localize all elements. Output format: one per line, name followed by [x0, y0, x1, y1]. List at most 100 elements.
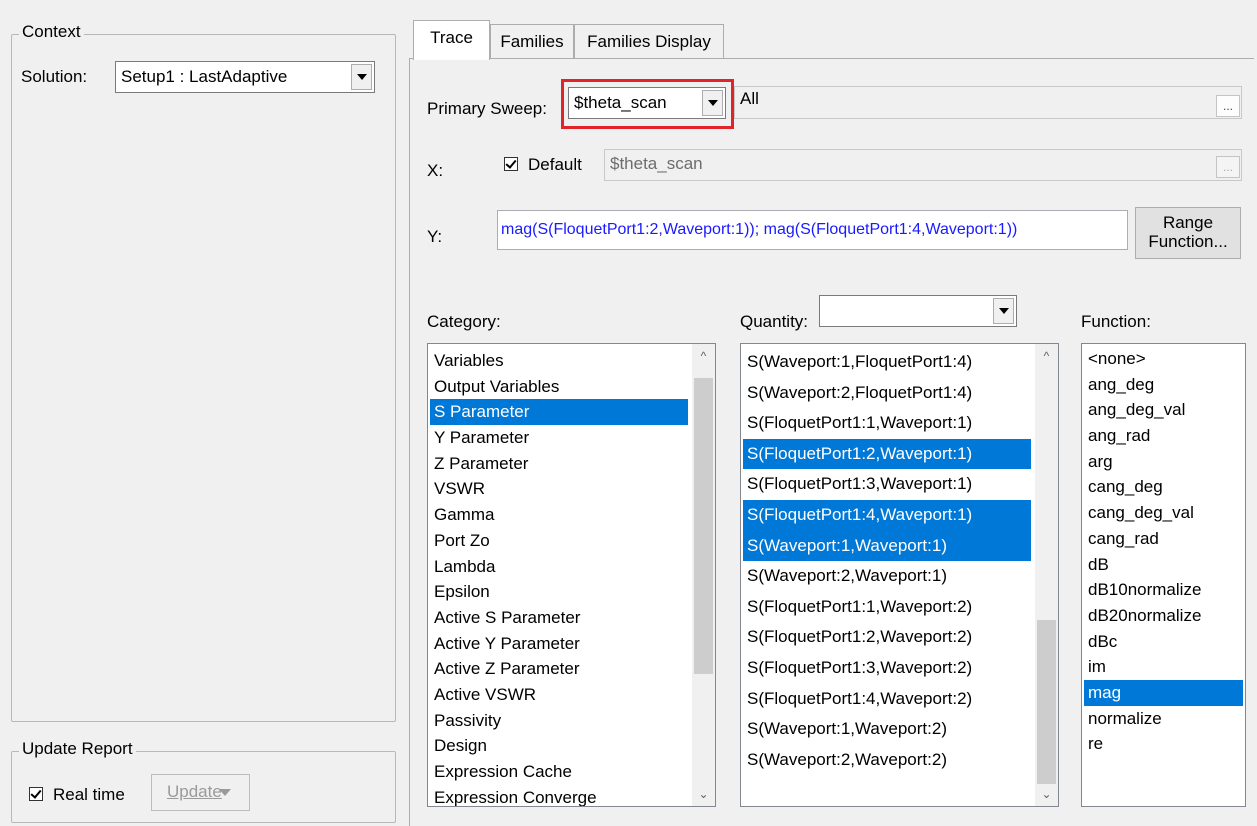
range-function-label-line1: Range: [1162, 213, 1214, 232]
category-list-item[interactable]: Active S Parameter: [430, 605, 688, 631]
quantity-list-item[interactable]: S(Waveport:2,FloquetPort1:4): [743, 378, 1031, 409]
category-scroll-thumb[interactable]: [694, 378, 713, 674]
y-expression-value: mag(S(FloquetPort1:2,Waveport:1)); mag(S…: [501, 221, 1018, 238]
tab-families[interactable]: Families: [490, 24, 574, 58]
function-list-item[interactable]: <none>: [1084, 346, 1243, 372]
quantity-list-item[interactable]: S(Waveport:1,Waveport:1): [743, 530, 1031, 562]
realtime-checkbox[interactable]: [29, 787, 43, 801]
solution-dropdown-button[interactable]: [351, 64, 372, 90]
category-list-item[interactable]: Z Parameter: [430, 451, 688, 477]
function-list-item[interactable]: ang_rad: [1084, 423, 1243, 449]
scroll-down-icon[interactable]: ⌄: [1035, 784, 1058, 804]
function-list-item[interactable]: ang_deg: [1084, 372, 1243, 398]
function-label: Function:: [1081, 312, 1151, 331]
context-group: [11, 34, 396, 722]
x-field: $theta_scan: [604, 149, 1242, 181]
realtime-label: Real time: [53, 785, 125, 804]
quantity-list-item[interactable]: S(FloquetPort1:2,Waveport:2): [743, 622, 1031, 653]
x-label: X:: [427, 161, 444, 180]
primary-sweep-value: $theta_scan: [574, 93, 667, 112]
quantity-list-item[interactable]: S(FloquetPort1:3,Waveport:1): [743, 469, 1031, 500]
function-list-item[interactable]: dB20normalize: [1084, 603, 1243, 629]
quantity-listbox[interactable]: S(Waveport:1,FloquetPort1:4) S(Waveport:2…: [740, 343, 1059, 807]
update-button: Update: [151, 774, 250, 811]
category-list-item[interactable]: Passivity: [430, 708, 688, 734]
function-list-item[interactable]: normalize: [1084, 706, 1243, 732]
chevron-down-icon: [998, 308, 1009, 314]
x-default-label: Default: [528, 155, 582, 174]
function-list-item[interactable]: im: [1084, 654, 1243, 680]
quantity-list-item[interactable]: S(FloquetPort1:4,Waveport:2): [743, 684, 1031, 715]
tab-families-display[interactable]: Families Display: [574, 24, 724, 58]
quantity-list-item[interactable]: S(FloquetPort1:1,Waveport:1): [743, 408, 1031, 439]
y-expression-field[interactable]: mag(S(FloquetPort1:2,Waveport:1)); mag(S…: [497, 210, 1128, 250]
category-list-item[interactable]: Gamma: [430, 502, 688, 528]
primary-sweep-dropdown[interactable]: $theta_scan: [568, 87, 726, 119]
x-value: $theta_scan: [610, 154, 703, 173]
quantity-scroll-thumb[interactable]: [1037, 620, 1056, 784]
category-list-item[interactable]: Lambda: [430, 554, 688, 580]
quantity-list-item[interactable]: S(Waveport:2,Waveport:1): [743, 561, 1031, 592]
category-list-item[interactable]: Expression Converge: [430, 785, 688, 806]
primary-sweep-dropdown-button[interactable]: [702, 90, 723, 116]
update-report-title: Update Report: [19, 739, 136, 759]
primary-sweep-browse-button[interactable]: ...: [1216, 95, 1240, 117]
range-function-button[interactable]: Range Function...: [1135, 207, 1241, 259]
quantity-list-item[interactable]: S(FloquetPort1:2,Waveport:1): [743, 438, 1031, 470]
tab-trace[interactable]: Trace: [413, 20, 490, 60]
category-scrollbar[interactable]: ^ ⌄: [692, 344, 715, 806]
category-list-item[interactable]: S Parameter: [430, 399, 688, 426]
function-items: <none> ang_deg ang_deg_val ang_rad arg cang_d…: [1084, 346, 1243, 757]
function-list-item[interactable]: mag: [1084, 679, 1243, 706]
solution-dropdown[interactable]: Setup1 : LastAdaptive: [115, 61, 375, 93]
function-list-item[interactable]: dBc: [1084, 629, 1243, 655]
category-list-item[interactable]: Active Z Parameter: [430, 656, 688, 682]
category-list-item[interactable]: VSWR: [430, 476, 688, 502]
category-listbox[interactable]: Variables Output Variables S Parameter Y Pa…: [427, 343, 716, 807]
quantity-list-item[interactable]: S(Waveport:2,Waveport:2): [743, 745, 1031, 776]
primary-sweep-label: Primary Sweep:: [427, 99, 547, 118]
function-list-item[interactable]: dB10normalize: [1084, 577, 1243, 603]
context-group-title: Context: [19, 22, 84, 42]
quantity-list-item[interactable]: S(Waveport:1,FloquetPort1:4): [743, 347, 1031, 378]
category-list-item[interactable]: Expression Cache: [430, 759, 688, 785]
chevron-down-icon: [707, 100, 718, 106]
quantity-list-item[interactable]: S(FloquetPort1:1,Waveport:2): [743, 592, 1031, 623]
solution-label: Solution:: [21, 67, 88, 86]
function-list-item[interactable]: re: [1084, 731, 1243, 757]
quantity-list-item[interactable]: S(Waveport:1,Waveport:2): [743, 714, 1031, 745]
quantity-filter-dropdown-button[interactable]: [993, 298, 1014, 324]
quantity-list-item[interactable]: S(FloquetPort1:3,Waveport:2): [743, 653, 1031, 684]
y-label: Y:: [427, 227, 443, 246]
category-list-item[interactable]: Epsilon: [430, 579, 688, 605]
category-list-item[interactable]: Variables: [430, 348, 688, 374]
update-button-label: Update: [167, 782, 222, 801]
quantity-list-item[interactable]: S(FloquetPort1:4,Waveport:1): [743, 499, 1031, 531]
solution-value: Setup1 : LastAdaptive: [121, 67, 288, 86]
category-list-item[interactable]: Output Variables: [430, 374, 688, 400]
scroll-up-icon[interactable]: ^: [1035, 346, 1058, 366]
category-list-item[interactable]: Port Zo: [430, 528, 688, 554]
scroll-up-icon[interactable]: ^: [692, 346, 715, 366]
category-list-item[interactable]: Design: [430, 733, 688, 759]
category-list-item[interactable]: Active VSWR: [430, 682, 688, 708]
function-listbox[interactable]: <none> ang_deg ang_deg_val ang_rad arg cang_d…: [1081, 343, 1246, 807]
function-list-item[interactable]: ang_deg_val: [1084, 397, 1243, 423]
function-list-item[interactable]: cang_deg: [1084, 474, 1243, 500]
category-items: Variables Output Variables S Parameter Y Pa…: [430, 348, 688, 806]
quantity-scrollbar[interactable]: ^ ⌄: [1035, 344, 1058, 806]
primary-sweep-range-field[interactable]: All: [734, 86, 1242, 119]
category-list-item[interactable]: Y Parameter: [430, 425, 688, 451]
function-list-item[interactable]: cang_rad: [1084, 526, 1243, 552]
quantity-label: Quantity:: [740, 312, 809, 331]
function-list-item[interactable]: dB: [1084, 552, 1243, 578]
scroll-down-icon[interactable]: ⌄: [692, 784, 715, 804]
function-list-item[interactable]: cang_deg_val: [1084, 500, 1243, 526]
quantity-filter-dropdown[interactable]: [819, 295, 1017, 327]
quantity-items: S(Waveport:1,FloquetPort1:4) S(Waveport:2…: [743, 347, 1031, 775]
category-list-item[interactable]: Active Y Parameter: [430, 631, 688, 657]
function-list-item[interactable]: arg: [1084, 449, 1243, 475]
x-default-checkbox[interactable]: [504, 157, 518, 171]
update-dropdown-arrow-icon: [219, 789, 231, 796]
x-browse-button: ...: [1216, 156, 1240, 178]
